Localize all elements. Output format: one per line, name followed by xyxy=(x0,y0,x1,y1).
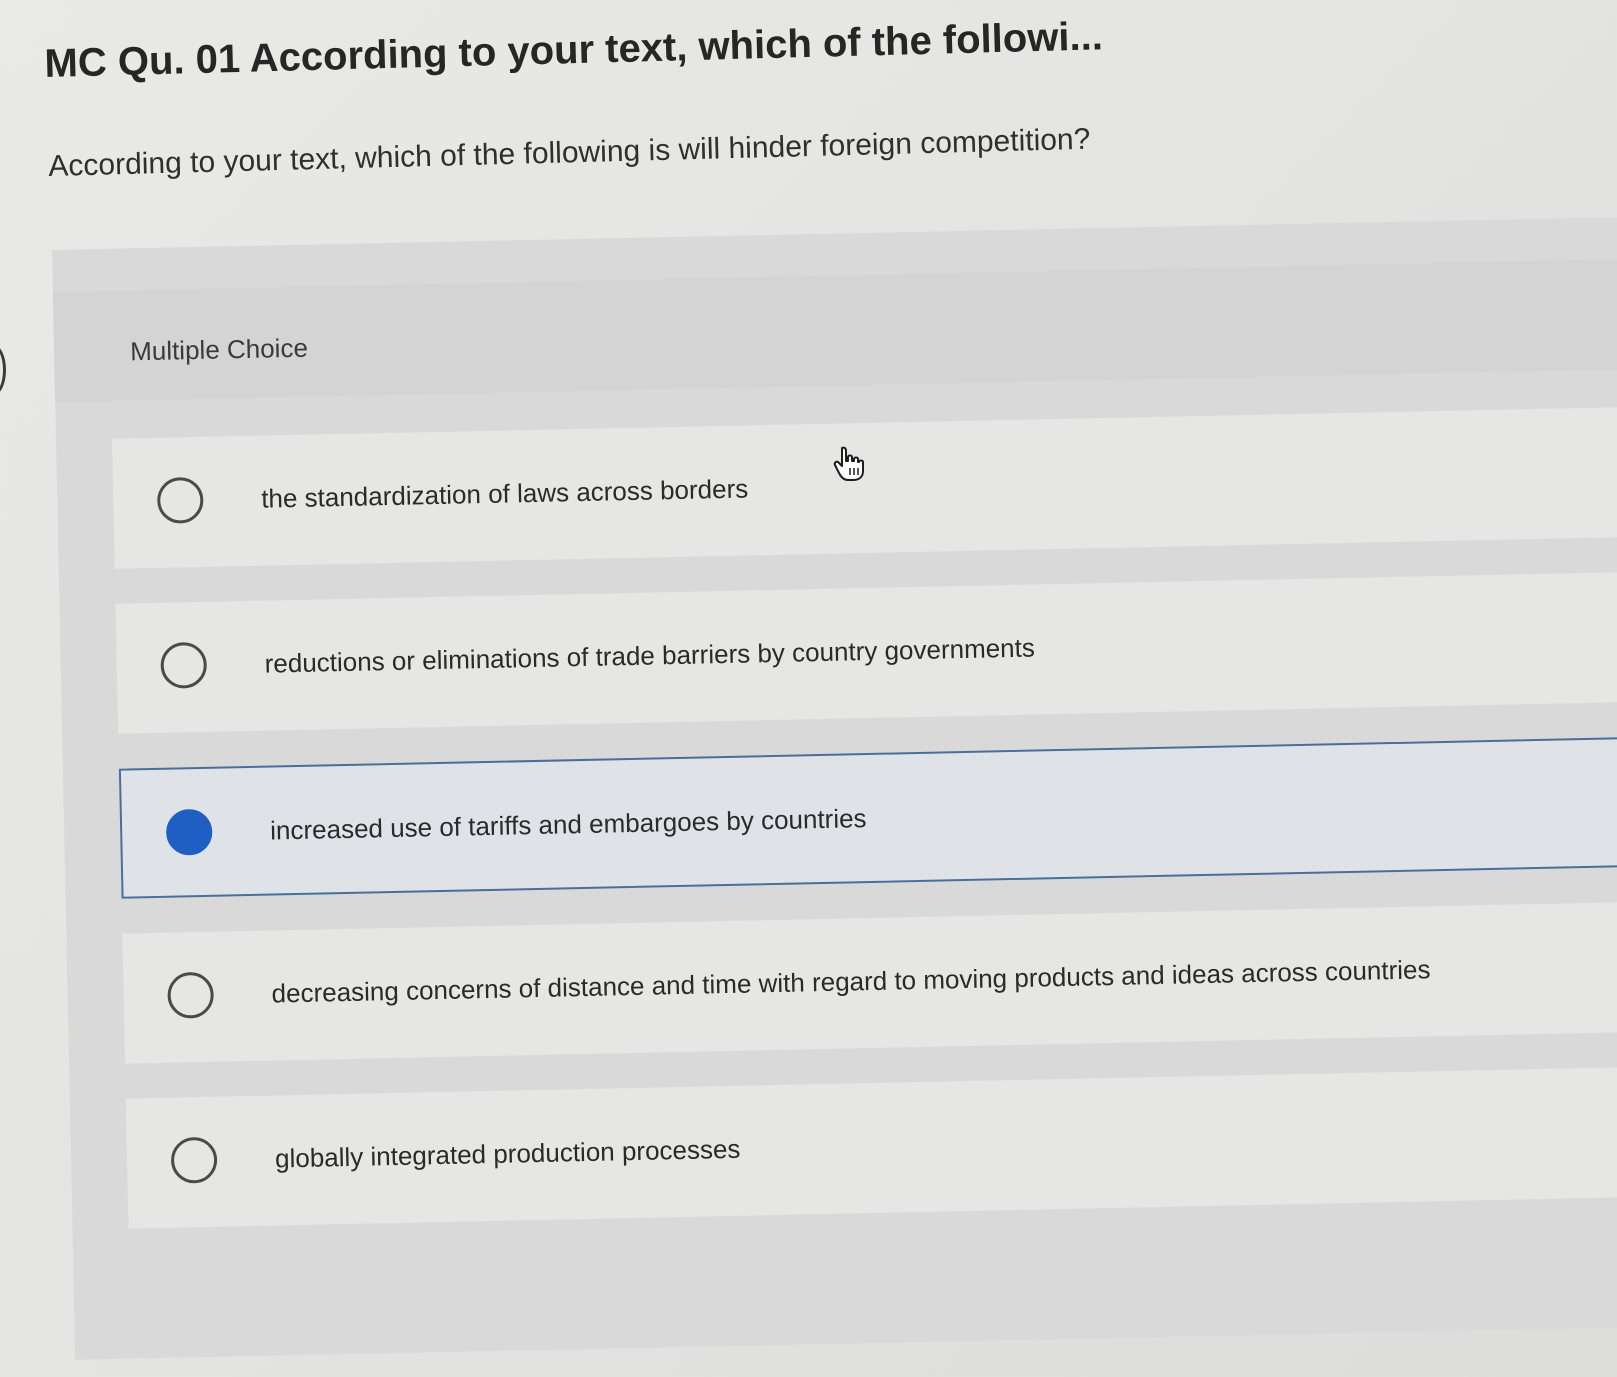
option-5[interactable]: globally integrated production processes xyxy=(125,1065,1617,1229)
option-4[interactable]: decreasing concerns of distance and time… xyxy=(122,901,1617,1064)
option-1[interactable]: the standardization of laws across borde… xyxy=(111,406,1617,569)
radio-button[interactable] xyxy=(160,641,208,689)
choice-panel-header: Multiple Choice xyxy=(52,258,1617,402)
radio-button[interactable] xyxy=(167,971,215,1019)
edge-tab-icon xyxy=(0,345,6,395)
option-3[interactable]: increased use of tariffs and embargoes b… xyxy=(118,736,1617,899)
hand-pointer-icon xyxy=(833,446,864,481)
choice-panel: Multiple Choice the standardization of l… xyxy=(52,216,1617,1360)
question-prompt: According to your text, which of the fol… xyxy=(48,122,1091,183)
option-label: reductions or eliminations of trade barr… xyxy=(264,632,1036,679)
radio-button[interactable] xyxy=(165,808,213,856)
quiz-page: MC Qu. 01 According to your text, which … xyxy=(0,0,1617,1377)
radio-button[interactable] xyxy=(170,1136,218,1184)
choice-type-label: Multiple Choice xyxy=(129,332,309,367)
option-label: increased use of tariffs and embargoes b… xyxy=(269,803,867,846)
option-2[interactable]: reductions or eliminations of trade barr… xyxy=(115,571,1617,734)
option-label: globally integrated production processes xyxy=(274,1133,741,1174)
option-label: decreasing concerns of distance and time… xyxy=(271,954,1431,1009)
question-title: MC Qu. 01 According to your text, which … xyxy=(44,14,1104,86)
option-label: the standardization of laws across borde… xyxy=(260,473,749,514)
radio-button[interactable] xyxy=(156,476,204,524)
